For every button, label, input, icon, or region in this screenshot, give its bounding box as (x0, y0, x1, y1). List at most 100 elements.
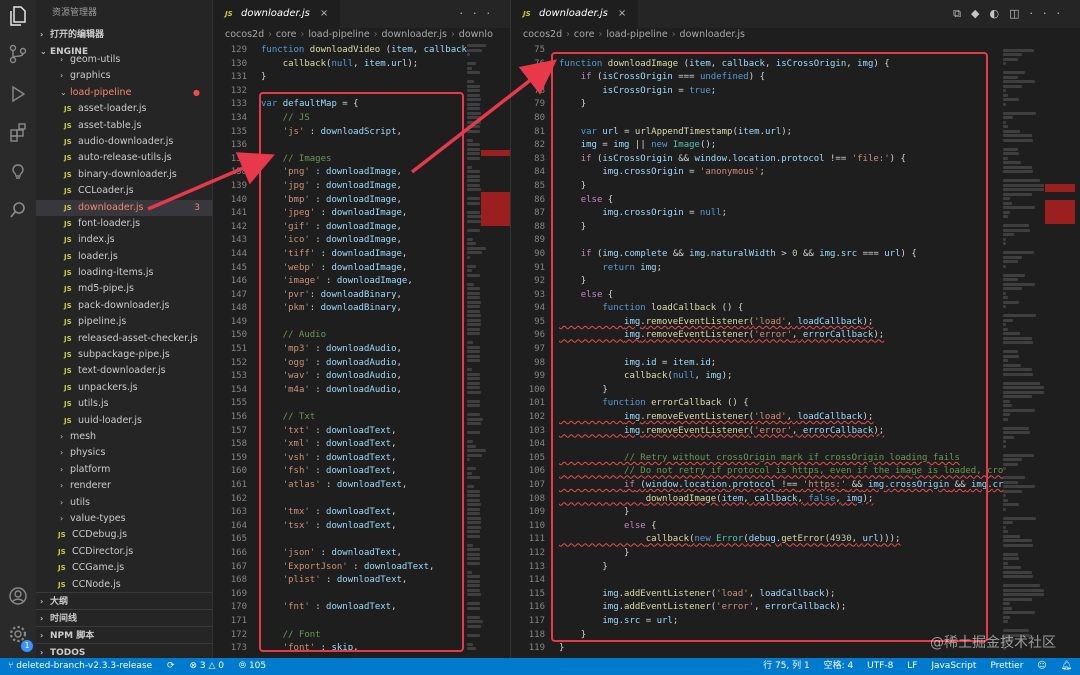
code-line[interactable]: 155 (213, 397, 463, 411)
cursor-position[interactable]: 行 75, 列 1 (763, 661, 810, 671)
more-actions-icon[interactable]: ··· (1030, 7, 1071, 20)
breadcrumb-item[interactable]: downloader.js (382, 29, 447, 40)
code-line[interactable]: 102 img.removeEventListener('load', load… (511, 411, 1001, 425)
code-line[interactable]: 165 (213, 533, 463, 547)
code-line[interactable]: 143 'ico' : downloadImage, (213, 234, 463, 248)
folder-item[interactable]: › value-types (36, 511, 212, 527)
account-icon[interactable] (5, 586, 31, 612)
code-line[interactable]: 150 // Audio (213, 329, 463, 343)
breadcrumb-item[interactable]: core (574, 29, 595, 40)
problems-item[interactable]: ⊗ 3 △ 0 (189, 661, 224, 671)
code-line[interactable]: 114 (511, 574, 1001, 588)
code-line[interactable]: 79 } (511, 98, 1001, 112)
code-line[interactable]: 75 (511, 44, 1001, 58)
file-item[interactable]: JS md5-pipe.js (36, 281, 212, 297)
code-line[interactable]: 94 function loadCallback () { (511, 302, 1001, 316)
folder-item[interactable]: › utils (36, 495, 212, 511)
code-line[interactable]: 109 } (511, 506, 1001, 520)
minimap-right[interactable] (1003, 44, 1045, 650)
code-line[interactable]: 136 (213, 139, 463, 153)
tab-downloader-js-left[interactable]: JS downloader.js × (213, 0, 341, 28)
code-line[interactable]: 158 'xml' : downloadText, (213, 438, 463, 452)
code-line[interactable]: 168 'plist' : downloadText, (213, 574, 463, 588)
close-icon[interactable]: × (320, 8, 328, 19)
code-line[interactable]: 173 'font' : skip, (213, 642, 463, 656)
code-line[interactable]: 82 img = img || new Image(); (511, 139, 1001, 153)
code-line[interactable]: 104 (511, 438, 1001, 452)
code-line[interactable]: 90 if (img.complete && img.naturalWidth … (511, 248, 1001, 262)
code-line[interactable]: 154 'm4a' : downloadAudio, (213, 384, 463, 398)
notifications-icon[interactable]: 🔔︎ (1061, 661, 1072, 671)
code-line[interactable]: 77 if (isCrossOrigin === undefined) { (511, 71, 1001, 85)
code-line[interactable]: 84 img.crossOrigin = 'anonymous'; (511, 166, 1001, 180)
code-line[interactable]: 138 'png' : downloadImage, (213, 166, 463, 180)
code-line[interactable]: 113 } (511, 561, 1001, 575)
code-line[interactable]: 146 'image' : downloadImage, (213, 275, 463, 289)
code-line[interactable]: 171 (213, 615, 463, 629)
search-icon[interactable] (5, 200, 31, 226)
code-line[interactable]: 100 } (511, 384, 1001, 398)
code-line[interactable]: 116 img.addEventListener('error', errorC… (511, 601, 1001, 615)
file-item[interactable]: JS downloader.js 3 (36, 199, 212, 216)
language-mode[interactable]: JavaScript (931, 661, 976, 671)
more-actions-icon[interactable]: ··· (460, 0, 501, 28)
file-item[interactable]: JS index.js (36, 232, 212, 248)
code-line[interactable]: 170 'fnt' : downloadText, (213, 601, 463, 615)
code-line[interactable]: 166 'json' : downloadText, (213, 547, 463, 561)
file-item[interactable]: JS CCGame.js (36, 560, 212, 576)
code-line[interactable]: 167 'ExportJson' : downloadText, (213, 561, 463, 575)
code-line[interactable]: 98 img.id = item.id; (511, 357, 1001, 371)
folder-item[interactable]: ⌄ load-pipeline ● (36, 85, 212, 101)
file-item[interactable]: JS uuid-loader.js (36, 413, 212, 429)
file-item[interactable]: JS auto-release-utils.js (36, 150, 212, 166)
code-line[interactable]: 101 function errorCallback () { (511, 397, 1001, 411)
todos-section[interactable]: › TODOS (36, 643, 212, 658)
code-line[interactable]: 137 // Images (213, 153, 463, 167)
end-of-line[interactable]: LF (907, 661, 917, 671)
code-line[interactable]: 88 } (511, 221, 1001, 235)
file-item[interactable]: JS asset-loader.js (36, 101, 212, 117)
file-item[interactable]: JS font-loader.js (36, 216, 212, 232)
code-line[interactable]: 105 // Retry without crossOrigin mark if… (511, 452, 1001, 466)
folder-item[interactable]: › geom-utils (36, 52, 212, 68)
breadcrumb-item[interactable]: load-pipeline (606, 29, 667, 40)
sync-icon[interactable]: ⟳ (167, 661, 175, 671)
code-line[interactable]: 147 'pvr': downloadBinary, (213, 289, 463, 303)
code-line[interactable]: 80 (511, 112, 1001, 126)
breadcrumb-item[interactable]: core (276, 29, 297, 40)
compare-changes-icon[interactable]: ⧉ (953, 7, 971, 20)
code-line[interactable]: 85 } (511, 180, 1001, 194)
code-line[interactable]: 103 img.removeEventListener('error', err… (511, 425, 1001, 439)
code-line[interactable]: 149 (213, 316, 463, 330)
file-item[interactable]: JS CCDirector.js (36, 544, 212, 560)
breadcrumb-item[interactable]: downlo (459, 29, 493, 40)
code-line[interactable]: 157 'txt' : downloadText, (213, 425, 463, 439)
file-item[interactable]: JS loader.js (36, 249, 212, 265)
code-line[interactable]: 110 else { (511, 520, 1001, 534)
code-line[interactable]: 141 'jpeg' : downloadImage, (213, 207, 463, 221)
code-line[interactable]: 151 'mp3' : downloadAudio, (213, 343, 463, 357)
folder-item[interactable]: › physics (36, 445, 212, 461)
code-line[interactable]: 107 if (window.location.protocol !== 'ht… (511, 479, 1004, 493)
code-line[interactable]: 81 var url = urlAppendTimestamp(item.url… (511, 126, 1001, 140)
code-line[interactable]: 161 'atlas' : downloadText, (213, 479, 463, 493)
tab-downloader-js-right[interactable]: JS downloader.js × (511, 0, 639, 28)
folder-item[interactable]: › platform (36, 462, 212, 478)
code-line[interactable]: 172 // Font (213, 629, 463, 643)
code-line[interactable]: 117 img.src = url; (511, 615, 1001, 629)
git-icon[interactable]: ◆ (971, 7, 989, 20)
feedback-icon[interactable]: ☺ (1037, 661, 1046, 671)
timeline-section[interactable]: › 时间线 (36, 609, 212, 626)
remote-icon[interactable] (5, 162, 31, 188)
code-line[interactable]: 92 } (511, 275, 1001, 289)
file-item[interactable]: JS loading-items.js (36, 265, 212, 281)
files-icon[interactable] (5, 6, 31, 32)
code-line[interactable]: 133 var defaultMap = { (213, 98, 463, 112)
code-line[interactable]: 130 callback(null, item.url); (213, 58, 463, 72)
code-line[interactable]: 159 'vsh' : downloadText, (213, 452, 463, 466)
run-debug-icon[interactable] (5, 84, 31, 110)
code-line[interactable]: 78 isCrossOrigin = true; (511, 85, 1001, 99)
code-line[interactable]: 162 (213, 493, 463, 507)
code-line[interactable]: 115 img.addEventListener('load', loadCal… (511, 588, 1001, 602)
outline-section[interactable]: › 大纲 (36, 592, 212, 609)
